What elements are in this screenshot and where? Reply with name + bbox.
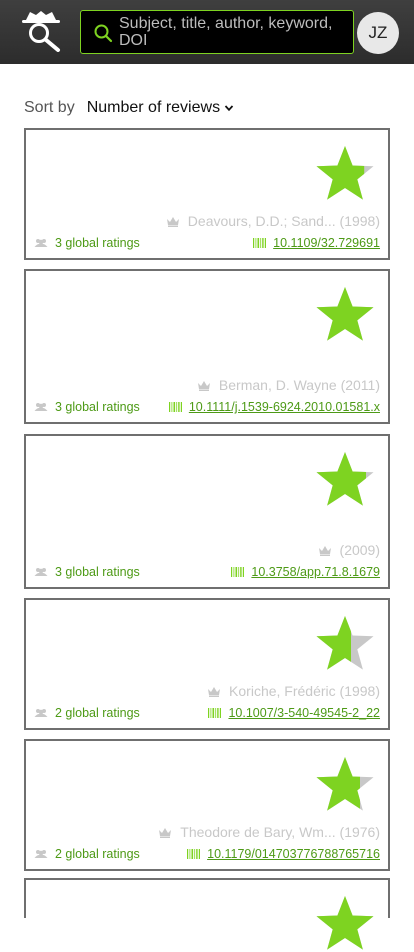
publication-year: (2011) [340,377,380,393]
card-footer: 3 global ratings 10.3758/app.71.8.1679 [34,565,380,579]
ratings-count[interactable]: 3 global ratings [34,400,140,414]
ratings-count[interactable]: 3 global ratings [34,236,140,250]
doi-link[interactable]: 10.1109/32.729691 [273,236,380,250]
doi-link[interactable]: 10.1179/014703776788765716 [207,847,380,861]
search-input[interactable] [119,13,349,51]
ratings-label: 3 global ratings [55,565,140,579]
ratings-label: 2 global ratings [55,706,140,720]
people-icon [34,850,48,858]
doi-link[interactable]: 10.1111/j.1539-6924.2010.01581.x [189,400,380,414]
result-card[interactable]: Deavours, D.D.; Sand... (1998) 3 global r… [24,128,390,260]
app-header: JZ [0,0,414,64]
chevron-down-icon [224,105,234,112]
doi-link[interactable]: 10.3758/app.71.8.1679 [251,565,380,579]
sort-bar: Sort by Number of reviews [24,96,234,120]
people-icon [34,709,48,717]
ratings-count[interactable]: 3 global ratings [34,565,140,579]
result-card[interactable]: (2009) 3 global ratings 10.3758/app.71.8.1… [24,434,390,589]
ratings-label: 3 global ratings [55,236,140,250]
detective-logo-icon[interactable] [18,6,64,52]
author-name: Berman, D. Wayne [218,377,337,393]
author-name: Deavours, D.D.; Sand... [187,213,336,229]
ratings-count[interactable]: 2 global ratings [34,706,140,720]
doi: 10.1111/j.1539-6924.2010.01581.x [168,400,380,414]
doi: 10.1109/32.729691 [253,236,380,250]
ratings-label: 3 global ratings [55,400,140,414]
people-icon [34,239,48,247]
barcode-icon [168,402,182,412]
sort-label: Sort by [24,99,75,116]
author-line: Koriche, Frédéric (1998) [207,683,380,699]
ratings-count[interactable]: 2 global ratings [34,847,140,861]
publication-year: (1998) [339,683,380,699]
author-line: (2009) [318,542,380,558]
publication-year: (1976) [339,824,380,840]
barcode-icon [187,849,201,859]
ratings-label: 2 global ratings [55,847,140,861]
result-card[interactable]: Berman, D. Wayne (2011) 3 global ratings 1… [24,269,390,424]
crown-icon [159,827,172,838]
card-footer: 3 global ratings 10.1111/j.1539-6924.2010… [34,400,380,414]
crown-icon [166,216,179,227]
author-line: Berman, D. Wayne (2011) [197,377,380,393]
doi-link[interactable]: 10.1007/3-540-49545-2_22 [228,706,380,720]
doi: 10.1007/3-540-49545-2_22 [208,706,380,720]
rating-star-icon [316,287,374,341]
author-line: Deavours, D.D.; Sand... (1998) [166,213,380,229]
result-card-partial[interactable] [24,878,390,950]
crown-icon [208,686,221,697]
result-card[interactable]: Theodore de Bary, Wm... (1976) 2 global r… [24,739,390,871]
search-icon [94,24,113,43]
sort-dropdown[interactable]: Number of reviews [87,99,234,117]
barcode-icon [253,238,267,248]
doi: 10.3758/app.71.8.1679 [231,565,380,579]
crown-icon [197,380,210,391]
sort-selected-value: Number of reviews [86,99,221,116]
barcode-icon [208,708,222,718]
rating-star-icon [316,896,374,950]
publication-year: (1998) [339,213,380,229]
card-footer: 2 global ratings 10.1179/0147037767887657… [34,847,380,861]
result-card[interactable]: Koriche, Frédéric (1998) 2 global ratings… [24,598,390,730]
search-box[interactable] [80,10,354,54]
rating-star-icon [316,616,374,670]
author-name: Theodore de Bary, Wm... [180,824,336,840]
people-icon [34,403,48,411]
publication-year: (2009) [339,542,380,558]
user-avatar[interactable]: JZ [357,12,399,54]
doi: 10.1179/014703776788765716 [187,847,380,861]
barcode-icon [231,567,245,577]
card-footer: 2 global ratings 10.1007/3-540-49545-2_22 [34,706,380,720]
rating-star-icon [316,452,374,506]
people-icon [34,568,48,576]
rating-star-icon [316,757,374,811]
card-footer: 3 global ratings 10.1109/32.729691 [34,236,380,250]
author-line: Theodore de Bary, Wm... (1976) [158,824,380,840]
rating-star-icon [316,146,374,200]
author-name: Koriche, Frédéric [229,683,336,699]
crown-icon [318,545,331,556]
